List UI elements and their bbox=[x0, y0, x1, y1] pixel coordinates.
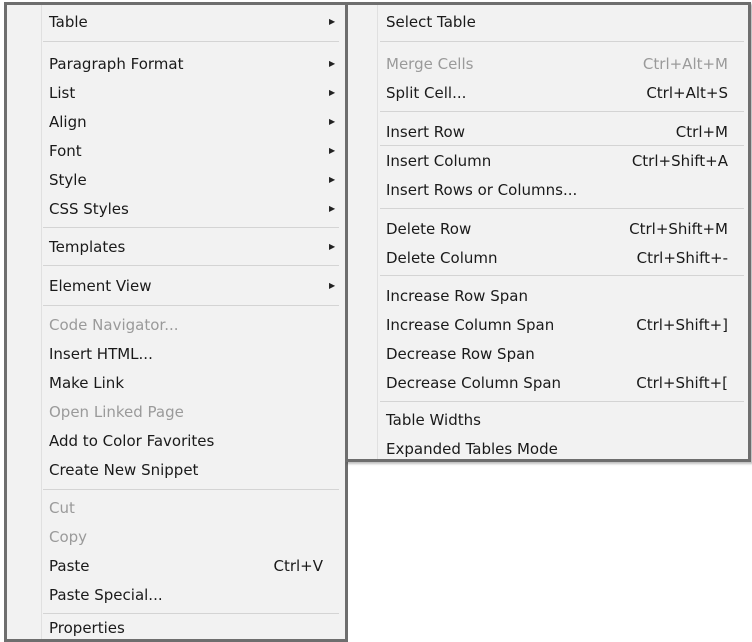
menu-gutter bbox=[41, 5, 42, 639]
submenu-arrow-icon: ▶ bbox=[329, 242, 336, 251]
menu-item-shortcut: Ctrl+M bbox=[675, 123, 728, 141]
menu-separator bbox=[380, 275, 744, 276]
menu-item-label: Decrease Column Span bbox=[386, 374, 562, 392]
submenu-arrow-icon: ▶ bbox=[329, 88, 336, 97]
menu-item-label: Cut bbox=[49, 499, 75, 517]
menu-item-label: Paragraph Format bbox=[49, 55, 184, 73]
menu-item-label: Open Linked Page bbox=[49, 403, 184, 421]
menu-item-label: Align bbox=[49, 113, 87, 131]
menu-separator bbox=[43, 41, 339, 42]
menu-separator bbox=[43, 265, 339, 266]
menu-item-shortcut: Ctrl+Shift+M bbox=[629, 220, 728, 238]
menu-separator bbox=[380, 145, 744, 146]
menu-item-label: Insert Rows or Columns... bbox=[386, 181, 578, 199]
submenu-arrow-icon: ▶ bbox=[329, 204, 336, 213]
menu-item-label: Copy bbox=[49, 528, 88, 546]
menu-item-label: Increase Row Span bbox=[386, 287, 528, 305]
menu-item-label: Insert HTML... bbox=[49, 345, 153, 363]
menu-item-label: Paste bbox=[49, 557, 90, 575]
menu-separator bbox=[43, 489, 339, 490]
menu-item-label: Select Table bbox=[386, 13, 476, 31]
menu-item-label: Templates bbox=[49, 238, 126, 256]
menu-separator bbox=[380, 401, 744, 402]
menu-item-label: CSS Styles bbox=[49, 200, 129, 218]
menu-item-label: Code Navigator... bbox=[49, 316, 179, 334]
menu-item-label: Merge Cells bbox=[386, 55, 474, 73]
submenu-arrow-icon: ▶ bbox=[329, 281, 336, 290]
menu-item-label: List bbox=[49, 84, 76, 102]
menu-separator bbox=[380, 41, 744, 42]
menu-item-shortcut: Ctrl+Shift+[ bbox=[636, 374, 728, 392]
menu-separator bbox=[43, 305, 339, 306]
menu-item-label: Table Widths bbox=[386, 411, 481, 429]
menu-item-label: Decrease Row Span bbox=[386, 345, 535, 363]
menu-item-label: Font bbox=[49, 142, 82, 160]
menu-separator bbox=[43, 613, 339, 614]
menu-item-label: Table bbox=[49, 13, 88, 31]
menu-item-label: Delete Row bbox=[386, 220, 472, 238]
menu-separator bbox=[43, 227, 339, 228]
menu-item-shortcut: Ctrl+Shift+- bbox=[636, 249, 728, 267]
menu-item-label: Style bbox=[49, 171, 87, 189]
menu-item-shortcut: Ctrl+Alt+S bbox=[646, 84, 728, 102]
menu-item-label: Create New Snippet bbox=[49, 461, 199, 479]
menu-item-label: Increase Column Span bbox=[386, 316, 555, 334]
menu-separator bbox=[380, 208, 744, 209]
submenu-arrow-icon: ▶ bbox=[329, 146, 336, 155]
submenu-arrow-icon: ▶ bbox=[329, 117, 336, 126]
menu-item-shortcut: Ctrl+V bbox=[273, 557, 323, 575]
menu-item-label: Properties bbox=[49, 619, 125, 637]
menu-item-label: Insert Column bbox=[386, 152, 492, 170]
menu-separator bbox=[380, 111, 744, 112]
submenu-arrow-icon: ▶ bbox=[329, 175, 336, 184]
menu-item-shortcut: Ctrl+Alt+M bbox=[642, 55, 728, 73]
menu-item-label: Add to Color Favorites bbox=[49, 432, 215, 450]
menu-item-label: Insert Row bbox=[386, 123, 465, 141]
context-menu: Table ▶ Paragraph Format ▶ List ▶ Align … bbox=[4, 2, 348, 642]
menu-item-shortcut: Ctrl+Shift+A bbox=[631, 152, 728, 170]
menu-item-label: Expanded Tables Mode bbox=[386, 440, 558, 458]
menu-item-label: Make Link bbox=[49, 374, 124, 392]
submenu-arrow-icon: ▶ bbox=[329, 17, 336, 26]
menu-item-label: Element View bbox=[49, 277, 152, 295]
menu-item-label: Paste Special... bbox=[49, 586, 163, 604]
menu-item-label: Split Cell... bbox=[386, 84, 467, 102]
menu-item-shortcut: Ctrl+Shift+] bbox=[636, 316, 728, 334]
table-submenu: Select Table Merge Cells Ctrl+Alt+M Spli… bbox=[345, 2, 751, 462]
menu-gutter bbox=[377, 5, 378, 459]
submenu-arrow-icon: ▶ bbox=[329, 59, 336, 68]
menu-item-label: Delete Column bbox=[386, 249, 498, 267]
